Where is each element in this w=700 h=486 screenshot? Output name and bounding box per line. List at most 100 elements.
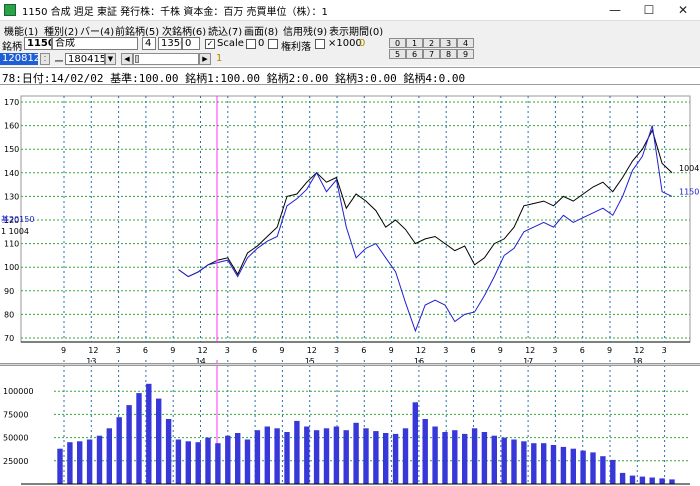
- num-button-1[interactable]: 1: [406, 38, 423, 48]
- month-tick-label: 9: [279, 346, 284, 355]
- name-input[interactable]: 合成: [52, 37, 138, 50]
- price-y-tick-label: 70: [4, 334, 14, 343]
- volume-bar: [363, 428, 369, 484]
- volume-bar: [284, 432, 290, 484]
- num-button-9[interactable]: 9: [457, 49, 474, 59]
- volume-bar: [412, 402, 418, 484]
- toolbar: 銘柄 1150 合成 4 1350 0 ✓ Scale 0 権利落 ×1000 …: [0, 36, 700, 68]
- volume-bar: [392, 433, 399, 484]
- panel-splitter[interactable]: [0, 363, 700, 366]
- end-date-dropdown[interactable]: ▼: [105, 53, 116, 65]
- month-tick-label: 12: [88, 346, 98, 355]
- num-button-3[interactable]: 3: [440, 38, 457, 48]
- maximize-button[interactable]: ☐: [632, 0, 666, 20]
- month-tick-label: 3: [662, 346, 667, 355]
- volume-bar: [304, 426, 310, 484]
- volume-bar: [669, 479, 675, 484]
- num-button-4[interactable]: 4: [457, 38, 474, 48]
- price-y-tick-label: 140: [4, 169, 19, 178]
- month-tick-label: 9: [607, 346, 612, 355]
- close-button[interactable]: ✕: [666, 0, 700, 20]
- volume-bar: [560, 446, 567, 484]
- price-y-tick-label: 130: [4, 192, 19, 201]
- series-line-1004: [178, 128, 673, 278]
- period-scrollbar[interactable]: [133, 53, 199, 65]
- x1000-label: ×1000: [328, 38, 362, 49]
- volume-bar: [146, 383, 152, 484]
- volume-bar: [67, 442, 73, 484]
- volume-bar: [205, 437, 211, 484]
- num-button-7[interactable]: 7: [423, 49, 440, 59]
- volume-bar: [77, 441, 83, 484]
- volume-bar: [86, 439, 93, 484]
- price-y-tick-label: 110: [4, 240, 19, 249]
- price-y-tick-label: 100: [4, 263, 19, 272]
- price-y-tick-label: 150: [4, 145, 19, 154]
- window-title: 1150 合成 週足 東証 発行株：千株 資本金：百万 売買単位（株）：1: [22, 7, 328, 18]
- volume-bar: [422, 419, 428, 484]
- volume-bar: [185, 441, 191, 484]
- month-tick-label: 3: [225, 346, 230, 355]
- num-button-5[interactable]: 5: [389, 49, 406, 59]
- x1000-value: 0: [359, 38, 366, 49]
- month-tick-label: 6: [143, 346, 148, 355]
- month-tick-label: 6: [252, 346, 257, 355]
- volume-bar: [541, 443, 547, 484]
- price-y-tick-label: 80: [4, 310, 14, 319]
- volume-bar: [373, 431, 379, 484]
- code-label: 銘柄: [2, 42, 22, 53]
- start-date-spinner[interactable]: ⁚: [40, 53, 50, 65]
- chart-area[interactable]: 7080901001101201301401501601709 12 3 6 9 12 3 6…: [0, 84, 700, 486]
- volume-bar: [294, 420, 300, 484]
- volume-bar: [639, 476, 646, 484]
- volume-bar: [215, 443, 221, 484]
- field-c-input[interactable]: 0: [182, 37, 200, 50]
- volume-bar: [313, 430, 320, 484]
- margin-checkbox[interactable]: [268, 39, 278, 49]
- volume-bar: [225, 435, 231, 484]
- x1000-checkbox[interactable]: [315, 39, 325, 49]
- code-input[interactable]: 1150: [24, 37, 52, 50]
- volume-bar: [116, 417, 122, 484]
- volume-y-tick-label: 50000: [3, 434, 28, 443]
- info-bar: 78:日付:14/02/02 基準:100.00 銘柄1:100.00 銘柄2:…: [0, 67, 700, 85]
- month-tick-label: 3: [552, 346, 557, 355]
- end-date-input[interactable]: 180415: [65, 53, 105, 65]
- month-tick-label: 9: [61, 346, 66, 355]
- scroll-right-button[interactable]: ▶: [199, 53, 211, 65]
- volume-bar: [353, 422, 359, 484]
- date-dash: ー: [54, 57, 64, 68]
- volume-bar: [175, 439, 182, 484]
- price-y-tick-label: 90: [4, 287, 14, 296]
- volume-bar: [156, 398, 162, 484]
- num-button-0[interactable]: 0: [389, 38, 406, 48]
- minimize-button[interactable]: —: [598, 0, 632, 20]
- volume-bar: [590, 452, 596, 484]
- month-tick-label: 3: [443, 346, 448, 355]
- volume-bar: [570, 448, 576, 484]
- scroll-thumb[interactable]: [135, 55, 139, 63]
- num-button-6[interactable]: 6: [406, 49, 423, 59]
- month-tick-label: 9: [498, 346, 503, 355]
- volume-bar: [254, 430, 261, 484]
- scroll-left-button[interactable]: ◀: [121, 53, 133, 65]
- month-tick-label: 3: [334, 346, 339, 355]
- series-line-1150: [178, 125, 673, 333]
- zero-checkbox[interactable]: [246, 39, 256, 49]
- field-b-input[interactable]: 1350: [158, 37, 182, 50]
- volume-y-tick-label: 100000: [3, 387, 34, 396]
- month-tick-label: 9: [389, 346, 394, 355]
- volume-bar: [264, 426, 270, 484]
- num-button-2[interactable]: 2: [423, 38, 440, 48]
- marker-value: 1: [216, 53, 223, 64]
- field-a-input[interactable]: 4: [142, 37, 156, 50]
- end-label-black: 1004: [679, 164, 699, 173]
- volume-bar: [136, 393, 142, 484]
- volume-bar: [126, 405, 132, 484]
- num-button-8[interactable]: 8: [440, 49, 457, 59]
- volume-bar: [442, 432, 448, 484]
- scale-checkbox[interactable]: ✓: [205, 39, 215, 49]
- volume-bar: [659, 478, 665, 484]
- start-date-input[interactable]: 120812: [0, 53, 38, 65]
- volume-bar: [491, 435, 497, 484]
